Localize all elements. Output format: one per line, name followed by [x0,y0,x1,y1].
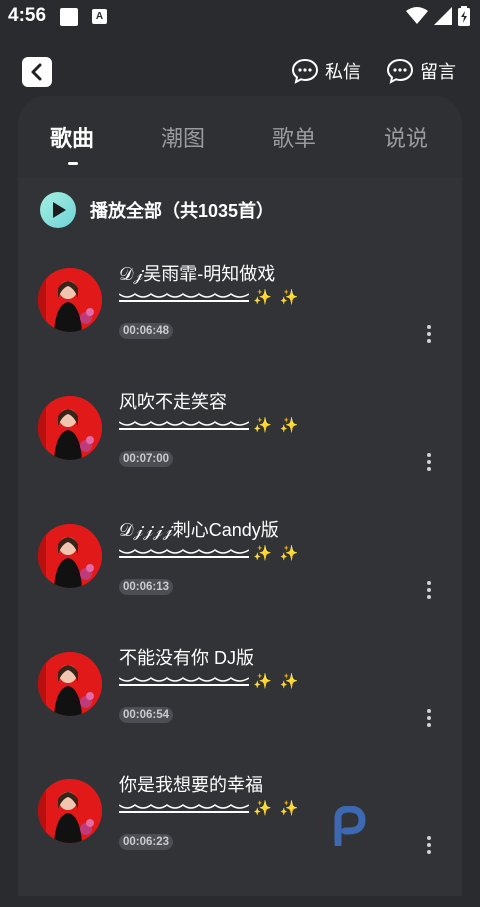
tab-songs[interactable]: 歌曲 [50,121,94,153]
wifi-icon [406,7,428,24]
notification-app-icon: A [92,9,107,24]
battery-icon [458,6,470,26]
song-title: 不能没有你 DJ版 [119,648,254,668]
song-title: 𝒟𝒿吴雨霏-明知做戏 [119,264,276,284]
tab-posts[interactable]: 说说 [384,121,428,153]
watermark [332,806,366,846]
song-duration: 00:06:54 [119,707,174,723]
tab-bar: 歌曲 潮图 歌单 说说 [18,96,462,178]
song-row[interactable]: 不能没有你 DJ版 ✨ ✨ 00:06:54 [18,648,462,780]
song-duration: 00:06:13 [119,579,174,595]
comments-label: 留言 [420,62,456,82]
title-decoration: ✨ ✨ [119,416,301,434]
song-title: 𝒟𝒿𝒿𝒿𝒿刺心Candy版 [119,520,279,540]
play-all-button[interactable]: 播放全部（共1035首） [40,192,274,228]
more-vert-icon[interactable] [420,451,438,473]
tab-indicator [68,162,78,165]
title-decoration: ✨ ✨ [119,544,301,562]
song-cover [38,396,102,460]
more-vert-icon[interactable] [420,707,438,729]
song-row[interactable]: 𝒟𝒿𝒿𝒿𝒿刺心Candy版 ✨ ✨ 00:06:13 [18,520,462,652]
title-decoration: ✨ ✨ [119,288,301,306]
messages-button[interactable]: 私信 [291,58,361,84]
content-panel: 歌曲 潮图 歌单 说说 播放全部（共1035首） 𝒟𝒿吴雨霏-明知做戏 ✨ ✨ … [18,96,462,896]
song-duration: 00:07:00 [119,451,174,467]
title-decoration: ✨ ✨ [119,672,301,690]
more-vert-icon[interactable] [420,323,438,345]
chat-bubble-icon [386,58,414,84]
play-icon [40,192,76,228]
song-cover [38,524,102,588]
watermark-logo-icon [334,806,366,846]
notification-icon [60,8,78,26]
play-all-label: 播放全部（共1035首） [90,201,275,221]
signal-icon [434,7,452,25]
song-cover [38,779,102,843]
profile-header: 私信 留言 [0,50,480,94]
back-button[interactable] [22,57,52,87]
song-row[interactable]: 你是我想要的幸福 ✨ ✨ 00:06:23 [18,775,462,907]
more-vert-icon[interactable] [420,579,438,601]
messages-label: 私信 [325,62,361,82]
title-decoration: ✨ ✨ [119,799,301,817]
song-cover [38,652,102,716]
status-bar: 4:56 A [0,0,480,34]
song-row[interactable]: 风吹不走笑容 ✨ ✨ 00:07:00 [18,392,462,524]
status-icons [406,6,470,26]
tab-playlists[interactable]: 歌单 [272,121,316,153]
chat-bubble-icon [291,58,319,84]
song-duration: 00:06:23 [119,834,174,850]
song-title: 风吹不走笑容 [119,392,227,412]
back-icon [31,63,42,81]
tab-trend-images[interactable]: 潮图 [161,121,205,153]
song-duration: 00:06:48 [119,323,174,339]
status-time: 4:56 [8,5,47,26]
song-row[interactable]: 𝒟𝒿吴雨霏-明知做戏 ✨ ✨ 00:06:48 [18,264,462,396]
song-title: 你是我想要的幸福 [119,775,263,795]
song-cover [38,268,102,332]
comments-button[interactable]: 留言 [386,58,456,84]
